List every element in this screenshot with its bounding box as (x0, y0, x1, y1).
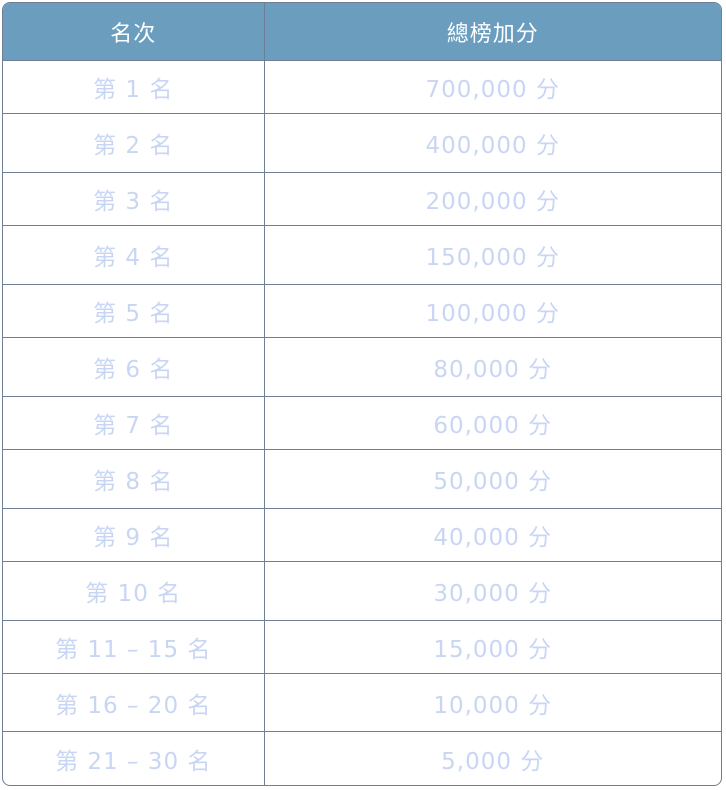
rank-cell: 第 21 – 30 名 (3, 731, 265, 785)
rank-cell: 第 10 名 (3, 561, 265, 621)
score-cell: 50,000 分 (264, 449, 721, 509)
table-row: 第 7 名 60,000 分 (3, 395, 721, 450)
table-row: 第 16 – 20 名 10,000 分 (3, 672, 721, 732)
table-row: 第 3 名 200,000 分 (3, 171, 721, 226)
table-header-row: 名次 總榜加分 (3, 3, 721, 61)
score-cell: 200,000 分 (264, 171, 721, 226)
table-row: 第 2 名 400,000 分 (3, 113, 721, 173)
rank-cell: 第 16 – 20 名 (3, 672, 265, 732)
score-cell: 60,000 分 (264, 395, 721, 450)
score-cell: 10,000 分 (264, 672, 721, 732)
table-row: 第 5 名 100,000 分 (3, 283, 721, 338)
table-row: 第 4 名 150,000 分 (3, 225, 721, 285)
table-row: 第 8 名 50,000 分 (3, 449, 721, 509)
rank-cell: 第 3 名 (3, 171, 265, 226)
score-cell: 5,000 分 (264, 731, 721, 785)
table-row: 第 9 名 40,000 分 (3, 507, 721, 562)
rank-column-header: 名次 (3, 3, 265, 61)
rank-cell: 第 2 名 (3, 113, 265, 173)
score-cell: 15,000 分 (264, 619, 721, 674)
table-row: 第 6 名 80,000 分 (3, 337, 721, 397)
rank-cell: 第 6 名 (3, 337, 265, 397)
rank-cell: 第 8 名 (3, 449, 265, 509)
score-cell: 100,000 分 (264, 283, 721, 338)
rank-cell: 第 9 名 (3, 507, 265, 562)
table-row: 第 11 – 15 名 15,000 分 (3, 619, 721, 674)
rank-cell: 第 11 – 15 名 (3, 619, 265, 674)
score-cell: 80,000 分 (264, 337, 721, 397)
rank-cell: 第 4 名 (3, 225, 265, 285)
score-cell: 30,000 分 (264, 561, 721, 621)
score-cell: 700,000 分 (264, 59, 721, 114)
table-row: 第 10 名 30,000 分 (3, 561, 721, 621)
rank-cell: 第 1 名 (3, 59, 265, 114)
score-cell: 40,000 分 (264, 507, 721, 562)
score-cell: 400,000 分 (264, 113, 721, 173)
ranking-table: 名次 總榜加分 第 1 名 700,000 分 第 2 名 400,000 分 … (3, 3, 721, 785)
table-row: 第 1 名 700,000 分 (3, 59, 721, 114)
rank-cell: 第 7 名 (3, 395, 265, 450)
ranking-bonus-table: 名次 總榜加分 第 1 名 700,000 分 第 2 名 400,000 分 … (2, 2, 722, 786)
score-cell: 150,000 分 (264, 225, 721, 285)
rank-cell: 第 5 名 (3, 283, 265, 338)
table-row: 第 21 – 30 名 5,000 分 (3, 731, 721, 785)
score-column-header: 總榜加分 (264, 3, 721, 61)
